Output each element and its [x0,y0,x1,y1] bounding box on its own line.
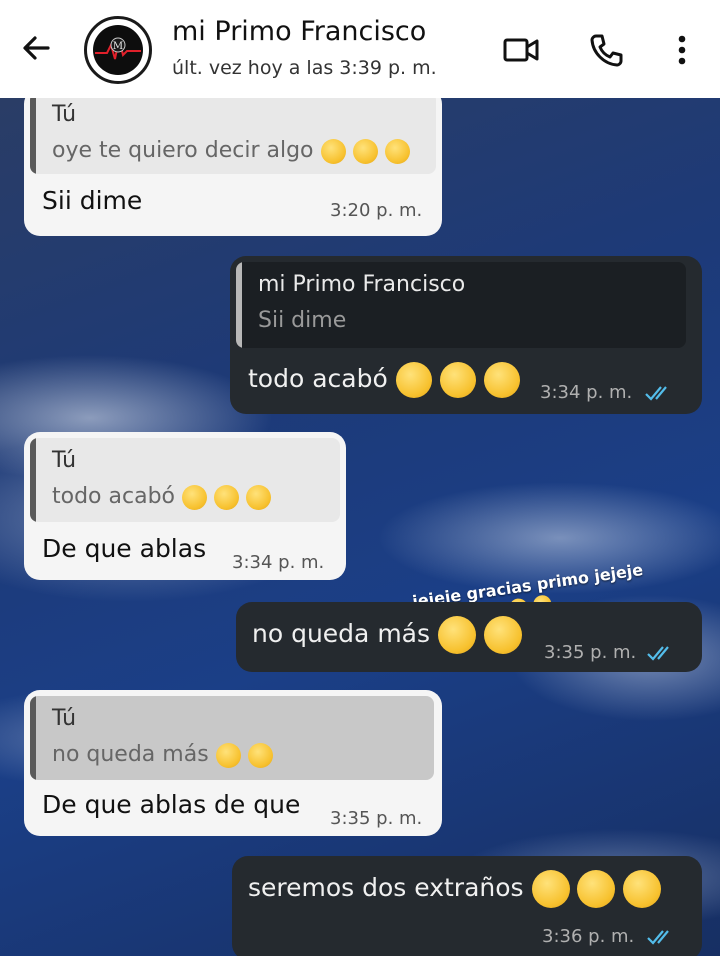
avatar-heartbeat-icon: M [95,37,141,60]
quoted-message[interactable]: mi Primo Francisco Sii dime [236,262,686,348]
pensive-face-emoji-icon [439,362,476,398]
sneezing-face-emoji-icon [320,138,346,164]
back-arrow-icon[interactable] [18,30,54,66]
quote-text-content: todo acabó [52,484,175,509]
message-bubble-incoming[interactable]: Tú no queda más De que ablas de que 3:35… [24,690,442,836]
read-receipt-icon [647,646,669,661]
pleading-face-emoji-icon [246,484,271,510]
read-receipt-icon [645,386,667,401]
message-time: 3:20 p. m. [330,200,423,221]
message-text: Sii dime [42,186,143,215]
quote-bar [30,696,36,780]
message-text-content: seremos dos extraños [248,873,524,902]
pensive-face-emoji-icon [247,742,273,768]
sneezing-face-emoji-icon [182,484,207,510]
message-time: 3:35 p. m. [330,808,423,829]
quoted-message[interactable]: Tú oye te quiero decir algo [30,98,436,174]
quote-author: Tú [52,102,77,127]
chat-area[interactable]: Tú oye te quiero decir algo Sii dime 3:2… [0,98,720,956]
message-text-content: no queda más [252,619,431,648]
message-bubble-outgoing[interactable]: seremos dos extraños 3:36 p. m. [232,856,702,956]
pleading-face-emoji-icon [215,742,241,768]
quote-text: no queda más [52,742,273,768]
pensive-face-emoji-icon [623,870,662,908]
message-bubble-incoming[interactable]: Tú todo acabó De que ablas 3:34 p. m. [24,432,346,580]
quote-text: Sii dime [258,308,347,333]
more-options-icon[interactable] [662,30,702,70]
pensive-face-emoji-icon [483,616,522,654]
read-receipt-icon [647,930,669,945]
message-time: 3:34 p. m. [232,552,325,573]
message-text: De que ablas de que [42,790,301,819]
chat-header: M mi Primo Francisco últ. vez hoy a las … [0,0,720,98]
quote-text-content: no queda más [52,742,209,767]
message-text-content: todo acabó [248,364,388,393]
quote-text-content: oye te quiero decir algo [52,138,314,163]
quote-text: oye te quiero decir algo [52,138,410,164]
quoted-message[interactable]: Tú todo acabó [30,438,340,522]
message-bubble-outgoing[interactable]: no queda más 3:35 p. m. [236,602,702,672]
message-text: De que ablas [42,534,207,563]
quote-bar [236,262,242,348]
voice-call-icon[interactable] [586,30,626,70]
message-time: 3:34 p. m. [540,382,633,403]
message-text: seremos dos extraños [248,870,662,908]
quote-author: mi Primo Francisco [258,272,466,297]
pensive-face-emoji-icon [214,484,239,510]
last-seen-status: últ. vez hoy a las 3:39 p. m. [172,57,437,79]
sneezing-face-emoji-icon [577,870,616,908]
pleading-face-emoji-icon [531,870,570,908]
quoted-message[interactable]: Tú no queda más [30,696,434,780]
quote-bar [30,438,36,522]
pleading-face-emoji-icon [437,616,476,654]
pleading-face-emoji-icon [384,138,410,164]
contact-name[interactable]: mi Primo Francisco [172,16,426,47]
message-text: no queda más [252,616,522,654]
sneezing-face-emoji-icon [395,362,432,398]
quote-text: todo acabó [52,484,271,510]
message-bubble-incoming[interactable]: Tú oye te quiero decir algo Sii dime 3:2… [24,98,442,236]
quote-author: Tú [52,706,77,731]
message-time: 3:36 p. m. [542,926,635,947]
quote-author: Tú [52,448,77,473]
pensive-face-emoji-icon [352,138,378,164]
quote-bar [30,98,36,174]
pleading-face-emoji-icon [483,362,520,398]
message-time: 3:35 p. m. [544,642,637,663]
video-call-icon[interactable] [501,30,541,70]
message-bubble-outgoing[interactable]: mi Primo Francisco Sii dime todo acabó 3… [230,256,702,414]
contact-avatar[interactable]: M [84,16,152,84]
message-text: todo acabó [248,362,520,398]
svg-text:M: M [113,41,123,52]
